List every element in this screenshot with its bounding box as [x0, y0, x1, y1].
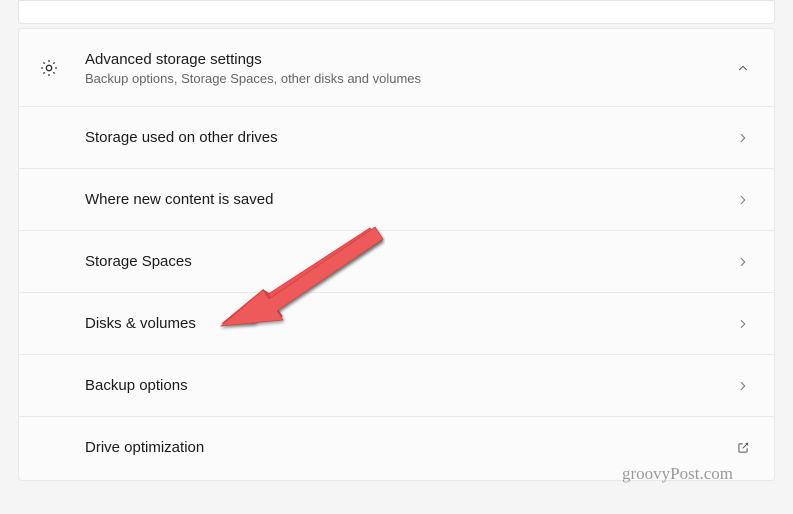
advanced-storage-panel: Advanced storage settings Backup options… — [18, 28, 775, 481]
chevron-right-icon — [736, 193, 750, 207]
chevron-right-icon — [736, 131, 750, 145]
external-link-icon — [736, 441, 750, 455]
item-label: Where new content is saved — [85, 191, 736, 208]
item-label: Disks & volumes — [85, 315, 736, 332]
section-title: Advanced storage settings — [85, 49, 736, 70]
item-storage-spaces[interactable]: Storage Spaces — [19, 230, 774, 292]
chevron-up-icon — [736, 61, 750, 75]
sub-items-list: Storage used on other drives Where new c… — [19, 106, 774, 480]
advanced-storage-header[interactable]: Advanced storage settings Backup options… — [19, 29, 774, 106]
header-text-block: Advanced storage settings Backup options… — [85, 49, 736, 86]
gear-icon — [39, 58, 59, 78]
item-storage-other-drives[interactable]: Storage used on other drives — [19, 106, 774, 168]
item-label: Drive optimization — [85, 439, 736, 456]
item-label: Storage used on other drives — [85, 129, 736, 146]
chevron-right-icon — [736, 255, 750, 269]
collapsed-card — [18, 0, 775, 24]
item-label: Backup options — [85, 377, 736, 394]
item-drive-optimization[interactable]: Drive optimization — [19, 416, 774, 478]
item-backup-options[interactable]: Backup options — [19, 354, 774, 416]
item-disks-volumes[interactable]: Disks & volumes — [19, 292, 774, 354]
item-label: Storage Spaces — [85, 253, 736, 270]
section-subtitle: Backup options, Storage Spaces, other di… — [85, 71, 736, 86]
item-where-new-content[interactable]: Where new content is saved — [19, 168, 774, 230]
chevron-right-icon — [736, 317, 750, 331]
chevron-right-icon — [736, 379, 750, 393]
